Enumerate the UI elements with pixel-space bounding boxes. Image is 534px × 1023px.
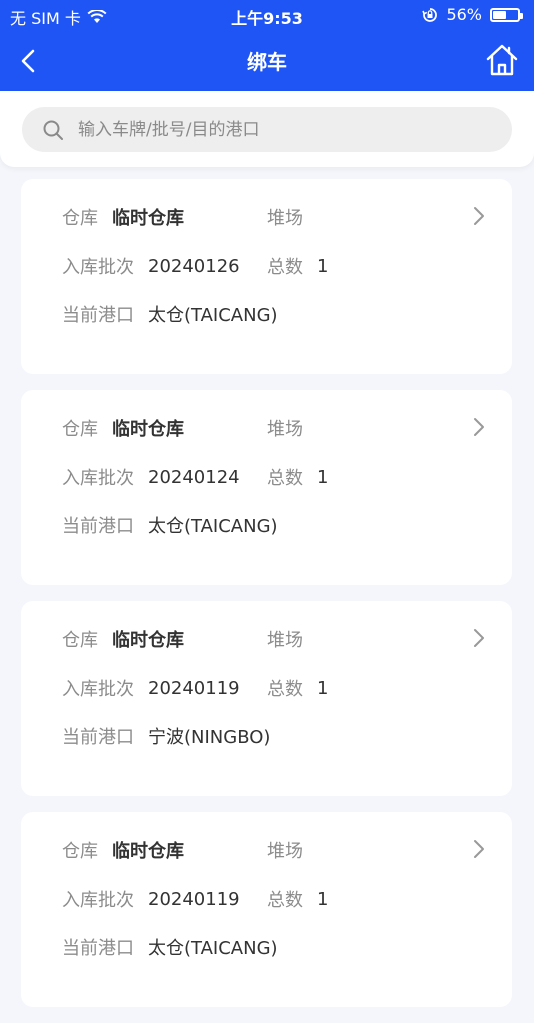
search-bar[interactable] [22, 107, 512, 152]
battery-percent: 56% [446, 5, 482, 24]
port-row: 当前港口 太仓(TAICANG) [62, 934, 278, 960]
warehouse-row: 仓库 临时仓库 [62, 837, 184, 863]
port-label: 当前港口 [62, 727, 134, 748]
batch-value: 20240119 [148, 677, 240, 699]
port-row: 当前港口 太仓(TAICANG) [62, 512, 278, 538]
warehouse-value: 临时仓库 [112, 630, 184, 651]
list-item[interactable]: 仓库 临时仓库 堆场 入库批次 20240126 总数 1 当前港口 太仓(TA… [21, 179, 512, 374]
port-value: 太仓(TAICANG) [148, 938, 278, 959]
warehouse-value: 临时仓库 [112, 208, 184, 229]
chevron-right-icon[interactable] [472, 627, 486, 649]
search-input[interactable] [76, 118, 480, 141]
batch-value: 20240124 [148, 466, 240, 488]
warehouse-label: 仓库 [62, 630, 98, 651]
warehouse-row: 仓库 临时仓库 [62, 415, 184, 441]
batch-value: 20240119 [148, 888, 240, 910]
total-field: 总数 1 [267, 886, 328, 912]
port-value: 太仓(TAICANG) [148, 305, 278, 326]
total-value: 1 [317, 255, 329, 277]
batch-value: 20240126 [148, 255, 240, 277]
yard-label: 堆场 [267, 841, 303, 862]
warehouse-row: 仓库 临时仓库 [62, 626, 184, 652]
search-section [0, 91, 534, 167]
battery-icon [490, 7, 523, 22]
yard-field: 堆场 [267, 204, 317, 230]
yard-label: 堆场 [267, 419, 303, 440]
port-value: 太仓(TAICANG) [148, 516, 278, 537]
nav-bar: 绑车 [0, 30, 534, 91]
total-label: 总数 [267, 468, 303, 489]
warehouse-label: 仓库 [62, 208, 98, 229]
port-value: 宁波(NINGBO) [148, 727, 271, 748]
total-value: 1 [317, 888, 329, 910]
chevron-right-icon[interactable] [472, 838, 486, 860]
total-value: 1 [317, 677, 329, 699]
yard-field: 堆场 [267, 415, 317, 441]
vehicle-list: 仓库 临时仓库 堆场 入库批次 20240126 总数 1 当前港口 太仓(TA… [21, 179, 512, 1023]
total-field: 总数 1 [267, 675, 328, 701]
battery-group: 56% [422, 5, 523, 24]
yard-field: 堆场 [267, 626, 317, 652]
warehouse-row: 仓库 临时仓库 [62, 204, 184, 230]
batch-row: 入库批次 20240124 [62, 464, 240, 490]
batch-label: 入库批次 [62, 890, 134, 911]
home-icon[interactable] [484, 42, 520, 78]
batch-label: 入库批次 [62, 468, 134, 489]
warehouse-value: 临时仓库 [112, 841, 184, 862]
total-field: 总数 1 [267, 253, 328, 279]
warehouse-value: 临时仓库 [112, 419, 184, 440]
list-item[interactable]: 仓库 临时仓库 堆场 入库批次 20240119 总数 1 当前港口 宁波(NI… [21, 601, 512, 796]
yard-field: 堆场 [267, 837, 317, 863]
list-item[interactable]: 仓库 临时仓库 堆场 入库批次 20240119 总数 1 当前港口 太仓(TA… [21, 812, 512, 1007]
batch-row: 入库批次 20240119 [62, 675, 240, 701]
warehouse-label: 仓库 [62, 841, 98, 862]
yard-label: 堆场 [267, 208, 303, 229]
batch-row: 入库批次 20240119 [62, 886, 240, 912]
chevron-right-icon[interactable] [472, 205, 486, 227]
total-field: 总数 1 [267, 464, 328, 490]
port-row: 当前港口 太仓(TAICANG) [62, 301, 278, 327]
port-label: 当前港口 [62, 305, 134, 326]
warehouse-label: 仓库 [62, 419, 98, 440]
battery-fill [493, 10, 507, 19]
total-label: 总数 [267, 890, 303, 911]
port-label: 当前港口 [62, 938, 134, 959]
page-title: 绑车 [247, 50, 287, 74]
batch-label: 入库批次 [62, 679, 134, 700]
port-row: 当前港口 宁波(NINGBO) [62, 723, 270, 749]
chevron-right-icon[interactable] [472, 416, 486, 438]
total-label: 总数 [267, 679, 303, 700]
list-item[interactable]: 仓库 临时仓库 堆场 入库批次 20240124 总数 1 当前港口 太仓(TA… [21, 390, 512, 585]
header: 无 SIM 卡 上午9:53 56% 绑车 [0, 0, 534, 91]
batch-label: 入库批次 [62, 257, 134, 278]
total-value: 1 [317, 466, 329, 488]
orientation-lock-icon [422, 7, 438, 22]
search-icon [43, 120, 63, 140]
batch-row: 入库批次 20240126 [62, 253, 240, 279]
yard-label: 堆场 [267, 630, 303, 651]
status-bar: 无 SIM 卡 上午9:53 56% [0, 0, 534, 30]
port-label: 当前港口 [62, 516, 134, 537]
total-label: 总数 [267, 257, 303, 278]
